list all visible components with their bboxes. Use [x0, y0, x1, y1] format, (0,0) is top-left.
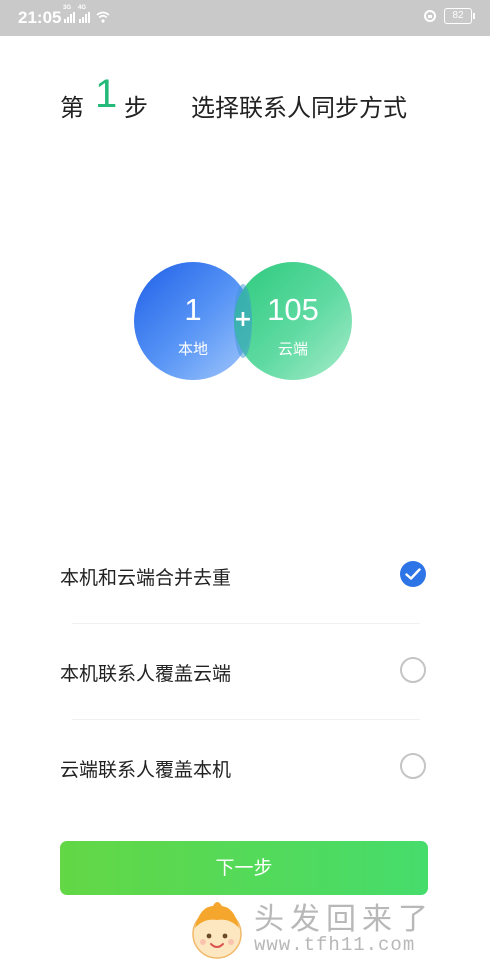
contacts-venn-diagram: 1 本地 105 云端 +: [134, 262, 354, 382]
unchecked-radio-icon[interactable]: [400, 753, 426, 779]
option-merge-dedupe[interactable]: 本机和云端合并去重: [60, 545, 430, 605]
signal-icon: 3G: [63, 5, 75, 23]
plus-icon: +: [233, 307, 253, 332]
battery-icon: 82: [444, 8, 475, 24]
checked-radio-icon[interactable]: [400, 561, 426, 587]
option-label: 本机和云端合并去重: [60, 567, 232, 589]
signal-type-label: 3G: [63, 5, 72, 11]
step-number: 1: [95, 72, 118, 116]
watermark: 头发回来了 www.tfh11.com: [186, 890, 486, 968]
divider: [72, 719, 420, 720]
watermark-url: www.tfh11.com: [254, 934, 416, 956]
status-time: 21:05: [18, 8, 62, 27]
status-icons: 3G 4G: [63, 5, 110, 23]
lock-rotation-icon: [424, 10, 436, 22]
option-label: 云端联系人覆盖本机: [60, 759, 232, 781]
step-suffix: 步: [124, 94, 148, 122]
watermark-text: 头发回来了: [254, 902, 434, 937]
option-cloud-overwrite-local[interactable]: 云端联系人覆盖本机: [60, 737, 430, 797]
next-step-button[interactable]: 下一步: [60, 841, 428, 895]
status-right: 82: [424, 8, 475, 24]
cloud-contacts-label: 云端: [277, 340, 308, 358]
status-bar: 21:05 3G 4G 82: [0, 0, 490, 36]
divider: [72, 623, 420, 624]
signal-icon: 4G: [78, 5, 90, 23]
option-local-overwrite-cloud[interactable]: 本机联系人覆盖云端: [60, 641, 430, 701]
step-header: 第 1 步 选择联系人同步方式: [60, 70, 450, 130]
watermark-logo-icon: [192, 902, 242, 959]
signal-type-label: 4G: [78, 5, 87, 11]
step-prefix: 第: [60, 94, 84, 122]
unchecked-radio-icon[interactable]: [400, 657, 426, 683]
wifi-icon: [96, 11, 110, 23]
option-label: 本机联系人覆盖云端: [60, 663, 232, 685]
checkmark-icon: [405, 568, 421, 580]
page-title: 选择联系人同步方式: [191, 94, 407, 122]
